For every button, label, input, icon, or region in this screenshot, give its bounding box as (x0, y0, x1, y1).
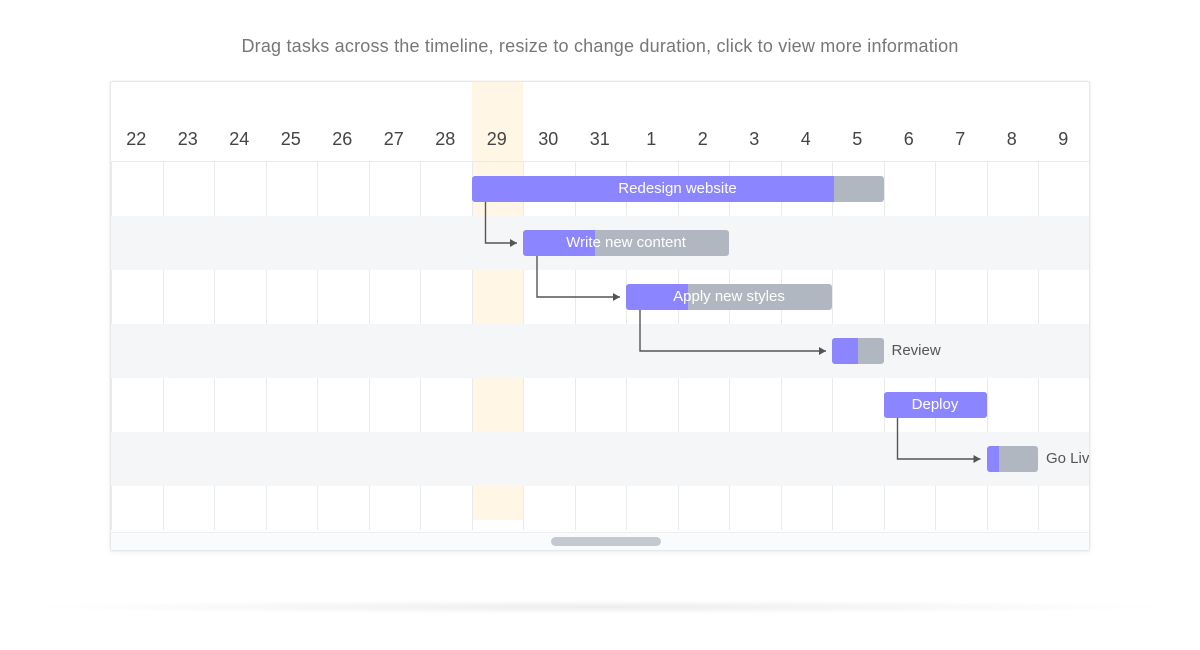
gantt-rows: Redesign website Write new content Apply n… (111, 162, 1089, 530)
day-8: 8 (987, 117, 1039, 161)
day-24: 24 (214, 117, 266, 161)
day-26: 26 (317, 117, 369, 161)
day-6: 6 (884, 117, 936, 161)
day-27: 27 (369, 117, 421, 161)
instruction-caption: Drag tasks across the timeline, resize t… (0, 0, 1200, 81)
day-22: 22 (111, 117, 163, 161)
task-bar-styles[interactable]: Apply new styles (626, 284, 832, 310)
day-9: 9 (1038, 117, 1090, 161)
day-7: 7 (935, 117, 987, 161)
task-row-styles: Apply new styles (111, 270, 1089, 324)
scrollbar-thumb[interactable] (551, 537, 661, 546)
task-progress-styles (626, 284, 688, 310)
day-3: 3 (729, 117, 781, 161)
task-bar-content[interactable]: Write new content (523, 230, 729, 256)
day-31: 31 (575, 117, 627, 161)
task-bar-review[interactable] (832, 338, 884, 364)
task-label-review: Review (892, 338, 941, 364)
task-bar-golive[interactable] (987, 446, 1039, 472)
task-row-redesign: Redesign website (111, 162, 1089, 216)
task-row-review: Review (111, 324, 1089, 378)
task-progress-review (832, 338, 858, 364)
stage-shadow (20, 600, 1180, 614)
day-scale: 22232425262728293031123456789 (111, 117, 1089, 161)
day-4: 4 (781, 117, 833, 161)
day-29: 29 (472, 117, 524, 161)
task-progress-content (523, 230, 595, 256)
task-row-content: Write new content (111, 216, 1089, 270)
day-28: 28 (420, 117, 472, 161)
day-1: 1 (626, 117, 678, 161)
timeline-header: 22232425262728293031123456789 (111, 82, 1089, 162)
task-bar-redesign[interactable]: Redesign website (472, 176, 884, 202)
task-label-golive: Go Liv (1046, 446, 1089, 472)
task-progress-redesign (472, 176, 835, 202)
day-30: 30 (523, 117, 575, 161)
day-25: 25 (266, 117, 318, 161)
day-23: 23 (163, 117, 215, 161)
day-2: 2 (678, 117, 730, 161)
task-progress-golive (987, 446, 1000, 472)
horizontal-scrollbar[interactable] (111, 532, 1089, 550)
task-progress-deploy (884, 392, 987, 418)
task-row-golive: Go Liv (111, 432, 1089, 486)
task-row-deploy: Deploy (111, 378, 1089, 432)
task-bar-deploy[interactable]: Deploy (884, 392, 987, 418)
day-5: 5 (832, 117, 884, 161)
gantt-chart[interactable]: 22232425262728293031123456789 Redesign w… (110, 81, 1090, 551)
